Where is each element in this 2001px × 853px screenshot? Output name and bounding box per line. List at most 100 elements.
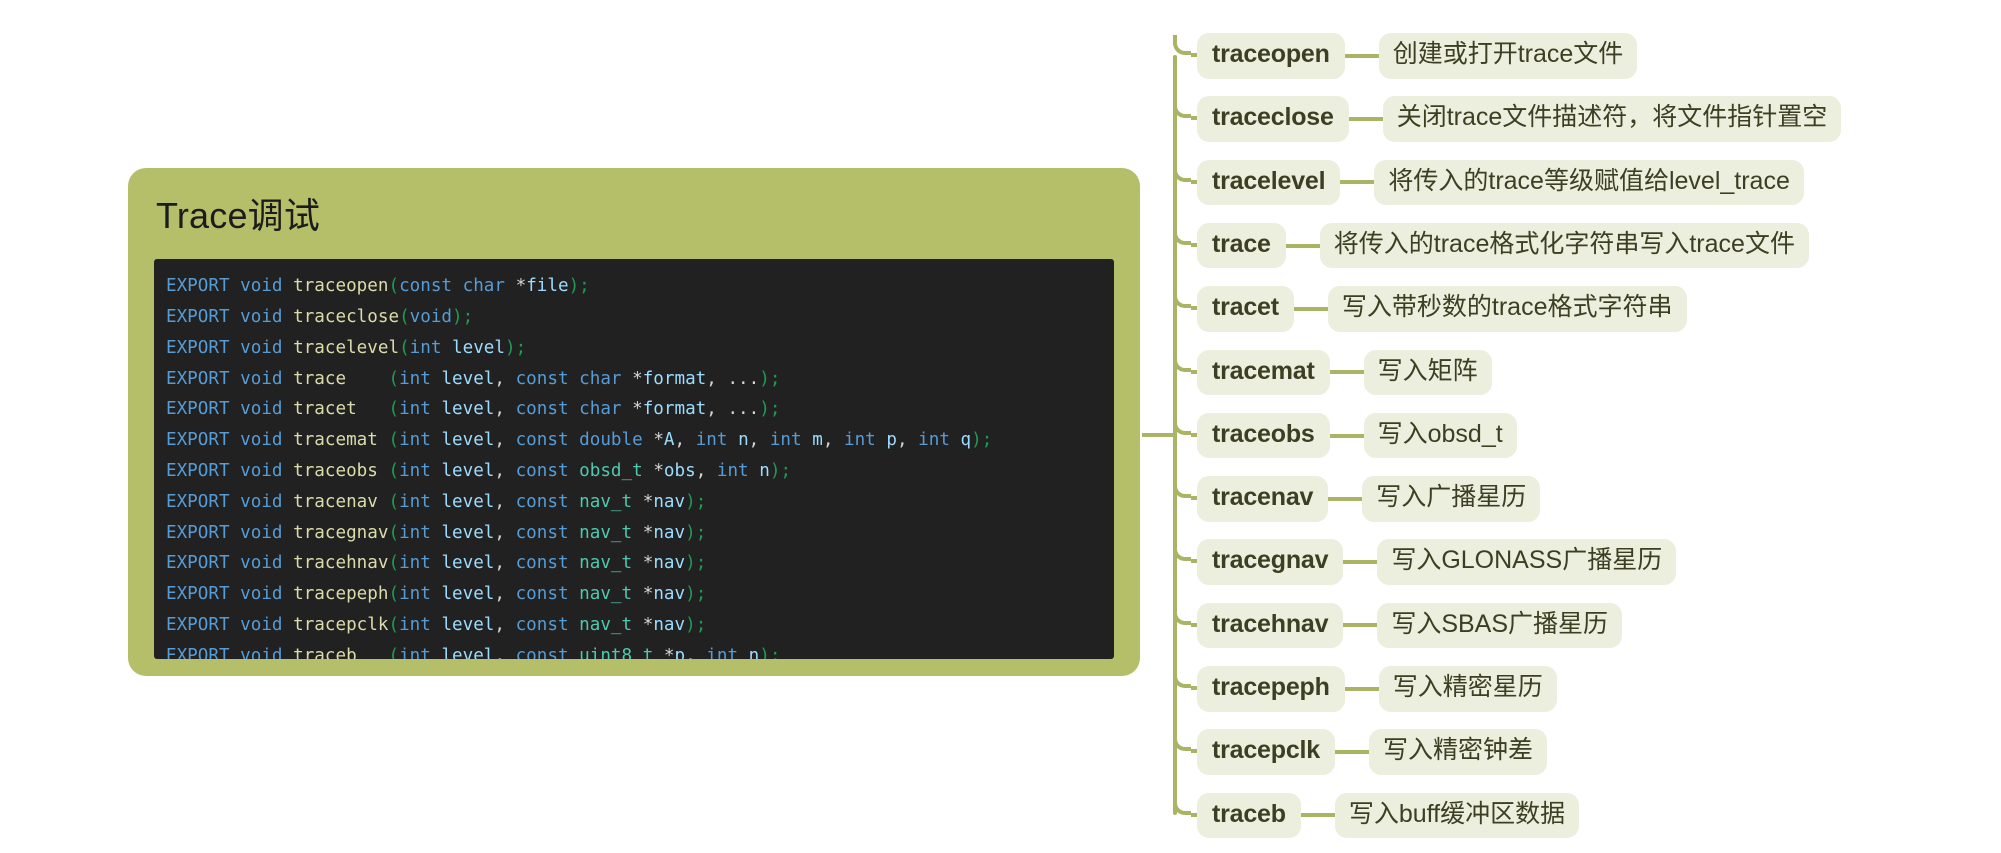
node-name-pill[interactable]: traceopen (1197, 33, 1345, 79)
code-line: EXPORT void tracemat (int level, const d… (166, 425, 1114, 456)
list-item[interactable]: traceobs 写入obsd_t (1197, 412, 1517, 459)
code-block[interactable]: EXPORT void traceopen(const char *file);… (154, 259, 1114, 660)
code-token: void (240, 368, 283, 389)
code-token: nav (653, 522, 686, 543)
code-token: * (642, 584, 654, 605)
code-token: p (886, 430, 897, 451)
node-name-pill[interactable]: traceobs (1197, 412, 1330, 459)
code-token: ) (759, 399, 770, 420)
branch-elbow (1173, 351, 1191, 372)
code-token: traceb (293, 645, 357, 660)
node-name-pill[interactable]: tracegnav (1197, 539, 1344, 585)
list-item[interactable]: traceopen 创建或打开trace文件 (1197, 33, 1638, 79)
node-description-pill[interactable]: 将传入的trace格式化字符串写入trace文件 (1319, 222, 1809, 269)
node-name-pill[interactable]: tracehnav (1197, 602, 1344, 649)
code-token: const (515, 522, 569, 543)
code-token: ( (388, 584, 400, 605)
code-line: EXPORT void traceb (int level, const uin… (166, 641, 1114, 659)
node-description-pill[interactable]: 创建或打开trace文件 (1378, 33, 1638, 79)
code-token: nav_t (579, 614, 633, 635)
list-item[interactable]: tracehnav 写入SBAS广播星历 (1197, 602, 1623, 649)
code-token: level (441, 368, 495, 389)
code-token: ) (685, 614, 696, 635)
code-token: void (240, 306, 283, 327)
node-name-pill[interactable]: tracet (1197, 286, 1294, 332)
code-token: tracenav (293, 491, 378, 512)
node-name-pill[interactable]: trace (1197, 222, 1286, 269)
code-token: , (494, 399, 516, 420)
node-name-pill[interactable]: tracepclk (1197, 729, 1335, 775)
list-item[interactable]: tracepeph 写入精密星历 (1197, 666, 1557, 712)
code-token: ( (388, 645, 400, 660)
code-token: void (240, 645, 283, 660)
node-description-pill[interactable]: 写入GLONASS广播星历 (1377, 539, 1677, 585)
node-description-pill[interactable]: 写入带秒数的trace格式字符串 (1327, 286, 1687, 332)
code-token: nav_t (579, 491, 633, 512)
node-description-pill[interactable]: 写入精密钟差 (1369, 729, 1548, 775)
node-description-pill[interactable]: 写入SBAS广播星历 (1377, 602, 1623, 649)
list-item[interactable]: tracemat 写入矩阵 (1197, 349, 1492, 395)
node-description-pill[interactable]: 写入广播星历 (1362, 476, 1541, 522)
code-token: q (960, 430, 972, 451)
code-token: , (494, 368, 516, 389)
node-name-pill[interactable]: traceb (1197, 792, 1301, 839)
node-name-pill[interactable]: tracepeph (1197, 666, 1345, 712)
node-description-pill[interactable]: 将传入的trace等级赋值给level_trace (1374, 159, 1804, 206)
code-token: ( (388, 522, 400, 543)
code-token: file (526, 276, 569, 297)
node-description-pill[interactable]: 关闭trace文件描述符，将文件指针置空 (1382, 96, 1842, 142)
code-token: int (399, 553, 431, 574)
code-token: * (642, 553, 654, 574)
code-token: const (515, 491, 569, 512)
code-token: n (759, 460, 770, 481)
list-item[interactable]: tracet 写入带秒数的trace格式字符串 (1197, 286, 1687, 332)
code-token: * (515, 276, 527, 297)
code-token: ; (579, 276, 590, 297)
node-description-pill[interactable]: 写入精密星历 (1378, 666, 1557, 712)
code-token: void (240, 584, 283, 605)
topic-card[interactable]: Trace调试 EXPORT void traceopen(const char… (128, 168, 1140, 676)
code-token: , (748, 430, 770, 451)
code-token: tracet (293, 399, 357, 420)
list-item[interactable]: tracelevel 将传入的trace等级赋值给level_trace (1197, 159, 1804, 206)
list-item[interactable]: traceb 写入buff缓冲区数据 (1197, 792, 1580, 839)
node-name-pill[interactable]: tracelevel (1197, 159, 1341, 206)
code-token: ) (759, 645, 770, 660)
code-token: ( (388, 399, 400, 420)
node-name-pill[interactable]: tracenav (1197, 476, 1329, 522)
node-connector (1343, 560, 1378, 565)
node-name-pill[interactable]: tracemat (1197, 349, 1330, 395)
list-item[interactable]: traceclose 关闭trace文件描述符，将文件指针置空 (1197, 96, 1842, 142)
code-token: int (409, 337, 442, 358)
code-token: int (399, 399, 431, 420)
node-name-pill[interactable]: traceclose (1197, 96, 1349, 142)
code-token: EXPORT (166, 614, 230, 635)
code-token: char (579, 368, 622, 389)
code-token: traceclose (293, 306, 400, 327)
node-description-pill[interactable]: 写入obsd_t (1363, 412, 1517, 459)
list-item[interactable]: tracenav 写入广播星历 (1197, 476, 1541, 522)
code-token: tracehnav (293, 553, 389, 574)
code-token: int (844, 430, 876, 451)
code-token: , (494, 491, 516, 512)
code-token: * (653, 430, 664, 451)
list-item[interactable]: tracepclk 写入精密钟差 (1197, 729, 1548, 775)
node-description-pill[interactable]: 写入buff缓冲区数据 (1334, 792, 1580, 839)
node-description-pill[interactable]: 写入矩阵 (1363, 349, 1492, 395)
list-item[interactable]: trace 将传入的trace格式化字符串写入trace文件 (1197, 222, 1809, 269)
list-item[interactable]: tracegnav 写入GLONASS广播星历 (1197, 539, 1677, 585)
